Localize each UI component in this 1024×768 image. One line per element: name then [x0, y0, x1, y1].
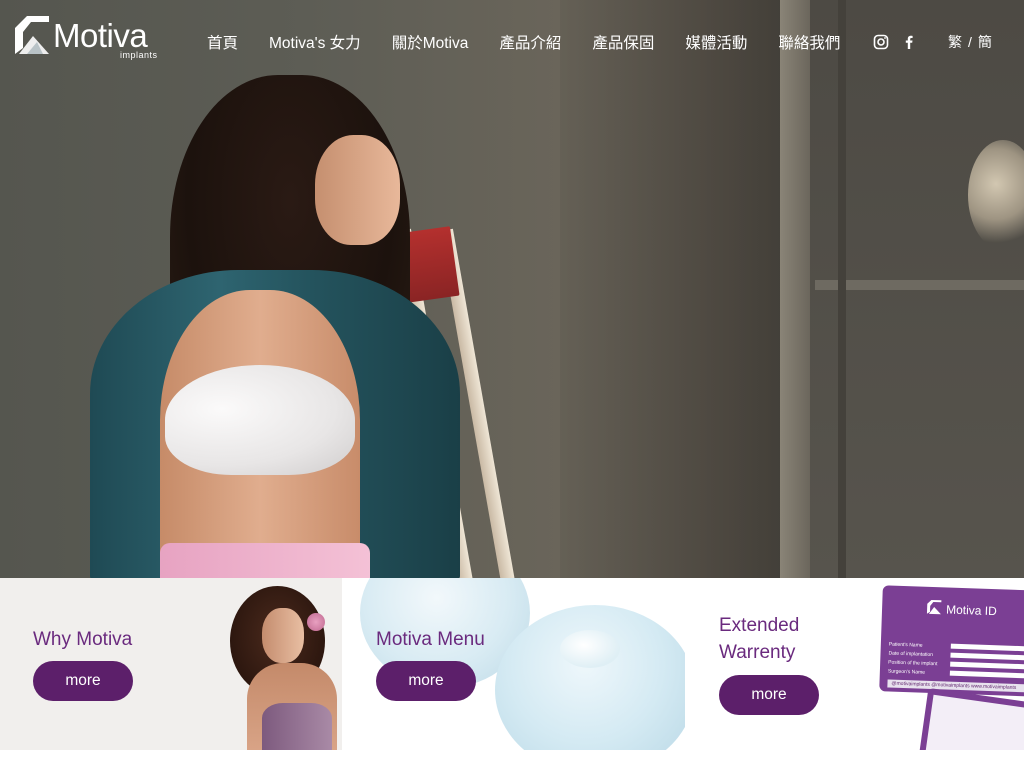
- site-header: Motiva implants 首頁 Motiva's 女力 關於Motiva …: [0, 0, 1024, 82]
- nav-about[interactable]: 關於Motiva: [392, 31, 469, 53]
- motiva-logo[interactable]: Motiva implants: [13, 14, 157, 62]
- tile-title-line2: Warrenty: [719, 642, 796, 663]
- card-field-label: Date of implantation: [888, 650, 934, 659]
- tile-title-line1: Extended: [719, 615, 800, 636]
- card-field-line: [950, 652, 1024, 661]
- hero-model: [90, 75, 490, 578]
- hero-window-frame-vertical: [838, 0, 846, 578]
- hero-wall-shadow: [560, 0, 780, 578]
- nav-motiva-women[interactable]: Motiva's 女力: [269, 31, 361, 53]
- instagram-icon[interactable]: [873, 34, 889, 50]
- lang-traditional[interactable]: 繁: [948, 32, 962, 52]
- social-links: [873, 32, 929, 52]
- tile-title: Motiva Menu: [376, 629, 485, 650]
- motiva-id-card: Motiva ID Patient's Name Date of implant…: [879, 585, 1024, 697]
- lang-separator: /: [968, 34, 972, 50]
- nav-media[interactable]: 媒體活動: [685, 31, 747, 53]
- card-logo-icon: [926, 599, 942, 615]
- card-field-line: [950, 661, 1024, 670]
- motiva-logo-mark-icon: [15, 16, 49, 54]
- card-title: Motiva ID: [945, 602, 997, 619]
- card-field-line: [950, 643, 1024, 652]
- hero-window-frame: [815, 280, 1024, 290]
- card-field-label: Surgeon's Name: [887, 668, 926, 676]
- nav-contact[interactable]: 聯絡我們: [778, 31, 840, 53]
- tile-why-motiva: Why Motiva more: [0, 578, 342, 750]
- tile-motiva-menu: Motiva Menu more: [342, 578, 685, 750]
- card-field-line: [949, 670, 1024, 679]
- card-field-label: Patient's Name: [888, 641, 923, 649]
- motiva-menu-more-button[interactable]: more: [376, 661, 476, 701]
- hero-door-frame: [780, 0, 810, 578]
- card-footer: @motivaimplants @motivaimplants www.moti…: [887, 679, 1024, 693]
- why-motiva-more-button[interactable]: more: [33, 661, 133, 701]
- tile-extended-warranty: Extended Warrenty more Motiva ID Patient…: [685, 578, 1024, 750]
- motiva-id-card-back: [918, 687, 1024, 750]
- hero-video: [0, 0, 1024, 578]
- nav-home[interactable]: 首頁: [207, 31, 238, 53]
- feature-tiles: Why Motiva more Motiva Menu more Extende…: [0, 578, 1024, 750]
- lang-simplified[interactable]: 簡: [978, 32, 992, 52]
- facebook-icon[interactable]: [901, 34, 917, 50]
- main-nav: 首頁 Motiva's 女力 關於Motiva 產品介紹 產品保固 媒體活動 聯…: [207, 32, 840, 52]
- nav-warranty[interactable]: 產品保固: [592, 31, 654, 53]
- tile-title: Why Motiva: [33, 629, 133, 650]
- tile-model-photo: [222, 578, 342, 750]
- logo-subtitle: implants: [120, 50, 158, 60]
- language-switcher: 繁 / 簡: [948, 32, 992, 52]
- nav-products[interactable]: 產品介紹: [499, 31, 561, 53]
- tile-title: Extended Warrenty: [719, 612, 799, 666]
- card-field-label: Position of the implant: [888, 659, 938, 668]
- warranty-more-button[interactable]: more: [719, 675, 819, 715]
